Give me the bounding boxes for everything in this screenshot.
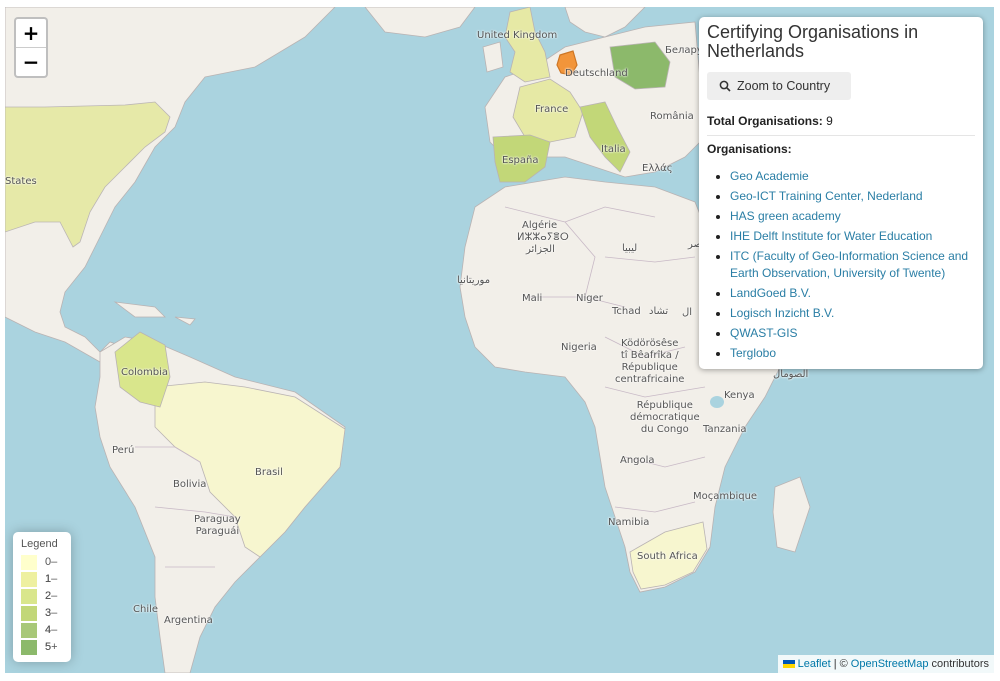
- attribution: Leaflet | © OpenStreetMap contributors: [777, 655, 994, 673]
- label-algerie: Algérie: [522, 220, 558, 231]
- zoom-in-button[interactable]: +: [16, 19, 46, 48]
- attribution-contributors: contributors: [931, 658, 989, 670]
- label-kenya: Kenya: [724, 390, 755, 401]
- organisation-link[interactable]: ITC (Faculty of Geo-Information Science …: [730, 249, 968, 280]
- leaflet-link[interactable]: Leaflet: [798, 658, 831, 670]
- total-organisations: Total Organisations: 9: [707, 114, 833, 128]
- label-deutschland: Deutschland: [565, 68, 628, 79]
- list-item: QWAST-GIS: [730, 325, 977, 342]
- organisation-link[interactable]: Geo-ICT Training Center, Nederland: [730, 189, 923, 203]
- organisation-link[interactable]: Geo Academie: [730, 169, 809, 183]
- ukraine-flag-icon: [782, 660, 795, 669]
- label-peru: Perú: [112, 445, 135, 456]
- legend-row: 4–5: [21, 621, 63, 653]
- label-tanzania: Tanzania: [703, 424, 747, 435]
- legend-row: 2–3: [21, 587, 63, 619]
- list-item: Geo-ICT Training Center, Nederland: [730, 188, 977, 205]
- list-item: HAS green academy: [730, 208, 977, 225]
- lake-victoria: [710, 396, 724, 408]
- legend-swatch: [21, 555, 37, 570]
- madagascar-land: [772, 476, 811, 553]
- panel-title: Certifying Organisations in Netherlands: [707, 22, 919, 61]
- label-colombia: Colombia: [121, 367, 168, 378]
- label-tchad-arabic: تشاد: [649, 306, 669, 317]
- organisation-link[interactable]: LandGoed B.V.: [730, 286, 811, 300]
- label-argentina: Argentina: [164, 615, 213, 626]
- legend-row: 3–4: [21, 604, 63, 636]
- label-italia: Italia: [601, 144, 626, 155]
- legend-row: 1–2: [21, 570, 63, 602]
- label-romania: România: [650, 111, 694, 122]
- zoom-out-button[interactable]: −: [16, 48, 46, 76]
- zoom-to-country-label: Zoom to Country: [737, 79, 831, 93]
- organisation-link[interactable]: HAS green academy: [730, 209, 841, 223]
- label-nigeria: Nigeria: [561, 342, 597, 353]
- zoom-to-country-button[interactable]: Zoom to Country: [707, 72, 851, 100]
- zoom-control: + −: [14, 17, 48, 78]
- panel-divider: [707, 135, 975, 136]
- list-item: Geo Academie: [730, 168, 977, 185]
- list-item: Logisch Inzicht B.V.: [730, 305, 977, 322]
- list-item: ITC (Faculty of Geo-Information Science …: [730, 248, 977, 282]
- label-rdc: République démocratique du Congo: [630, 400, 700, 435]
- label-libya: ليبيا: [622, 243, 638, 254]
- legend-swatch: [21, 572, 37, 587]
- legend-swatch: [21, 640, 37, 655]
- legend-swatch: [21, 606, 37, 621]
- label-france: France: [535, 104, 569, 115]
- legend-swatch: [21, 589, 37, 604]
- label-brasil: Brasil: [255, 467, 283, 478]
- total-label: Total Organisations:: [707, 114, 823, 128]
- list-item: IHE Delft Institute for Water Education: [730, 228, 977, 245]
- list-item: Terglobo: [730, 345, 977, 362]
- organisation-link[interactable]: Terglobo: [730, 346, 776, 360]
- search-icon: [719, 80, 731, 92]
- label-south-africa: South Africa: [637, 551, 698, 562]
- label-niger: Niger: [576, 293, 603, 304]
- legend-title: Legend: [21, 538, 58, 550]
- label-tchad: Tchad: [612, 306, 641, 317]
- label-bolivia: Bolivia: [173, 479, 207, 490]
- label-somalia: الصومال: [773, 369, 809, 380]
- label-namibia: Namibia: [608, 517, 650, 528]
- organisations-list: Geo Academie Geo-ICT Training Center, Ne…: [707, 168, 977, 365]
- greenland-land: [364, 7, 476, 38]
- organisation-link[interactable]: Logisch Inzicht B.V.: [730, 306, 834, 320]
- label-algerie-tifinagh: ⵍⵣⵣⴰⵢⴻⵔ: [517, 232, 569, 243]
- label-belarus: Белару: [665, 45, 703, 56]
- organisation-link[interactable]: IHE Delft Institute for Water Education: [730, 229, 932, 243]
- info-panel: Certifying Organisations in Netherlands …: [699, 17, 983, 369]
- attribution-separator: | ©: [833, 658, 848, 670]
- ireland-land: [482, 41, 504, 73]
- label-espana: España: [502, 155, 539, 166]
- label-chile: Chile: [133, 604, 159, 615]
- caribbean-land: [113, 301, 196, 326]
- total-value: 9: [826, 114, 833, 128]
- label-united-kingdom: United Kingdom: [477, 30, 558, 41]
- label-mauritania: موريتانيا: [457, 275, 491, 286]
- label-mocambique: Moçambique: [693, 491, 758, 502]
- legend-swatch: [21, 623, 37, 638]
- map-container[interactable]: United Kingdom Deutschland Белару France…: [5, 7, 994, 673]
- legend-row: 5+: [21, 638, 63, 655]
- label-paraguay: Paraguay Paraguái: [194, 514, 241, 537]
- label-car: Ködörösêse tî Bêafrîka / République cent…: [615, 338, 685, 385]
- organisations-heading: Organisations:: [707, 142, 792, 156]
- label-ellas: Ελλάς: [642, 163, 673, 174]
- label-states: States: [5, 176, 37, 187]
- label-sudan: ال: [682, 307, 693, 318]
- legend-row: 0–1: [21, 553, 63, 585]
- list-item: LandGoed B.V.: [730, 285, 977, 302]
- legend-label: 5+: [45, 641, 58, 653]
- osm-link[interactable]: OpenStreetMap: [851, 658, 929, 670]
- label-mali: Mali: [522, 293, 543, 304]
- uk-region: [504, 7, 551, 83]
- legend: Legend 0–1 1–2 2–3 3–4 4–5 5+: [13, 532, 71, 662]
- organisation-link[interactable]: QWAST-GIS: [730, 326, 798, 340]
- label-angola: Angola: [620, 455, 655, 466]
- label-algerie-arabic: الجزائر: [526, 244, 555, 255]
